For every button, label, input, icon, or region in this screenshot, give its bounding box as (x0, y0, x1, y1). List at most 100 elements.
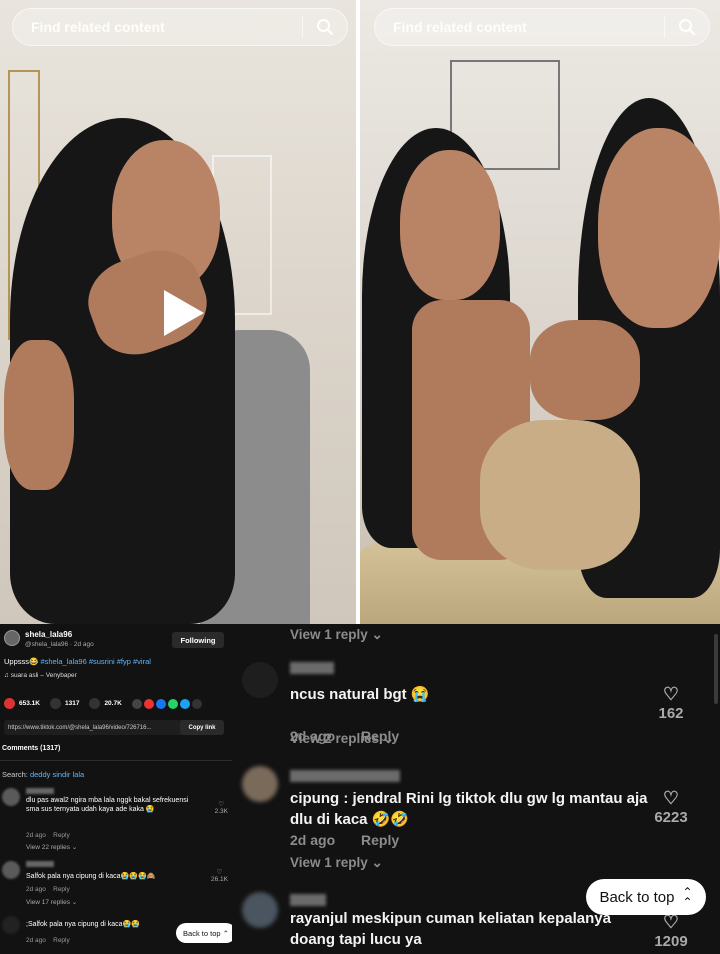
person-hand-right (530, 320, 640, 420)
repost-icon[interactable] (143, 698, 154, 709)
view-replies[interactable]: View 17 replies ⌄ (26, 898, 77, 906)
search-bar[interactable]: Find related content (12, 8, 348, 46)
heart-outline-icon[interactable]: ♡ (652, 684, 690, 705)
comment-meta: 2d ago Reply (290, 832, 399, 848)
comment-date: 2d ago (26, 832, 46, 839)
post-link: https://www.tiktok.com/@shela_lala96/vid… (8, 724, 152, 731)
comment-date: 2d ago (26, 886, 46, 893)
commenter-name[interactable] (26, 861, 54, 867)
back-to-top-label: Back to top (599, 888, 675, 906)
search-prefix: Search: (2, 770, 28, 779)
likes-count: 653.1K (19, 700, 40, 707)
commenter-name[interactable] (26, 788, 54, 794)
comment-icon[interactable] (49, 698, 61, 709)
view-replies[interactable]: View 1 reply ⌄ (290, 627, 383, 643)
post-stats: 653.1K 1317 20.7K (4, 698, 202, 709)
avatar[interactable] (242, 766, 278, 802)
comment-text: dlu pas awal2 ngira mba lala nggk bakal … (26, 797, 189, 813)
list-item: cipung : jendral Rini lg tiktok dlu gw l… (232, 766, 720, 861)
username[interactable]: shela_lala96 (25, 630, 94, 639)
saves-count: 20.7K (104, 700, 122, 707)
comments-heading: Comments (1317) (2, 745, 61, 752)
avatar[interactable] (2, 916, 20, 934)
like-control[interactable]: ♡ 26.1K (211, 868, 228, 883)
person-sleeve-right (480, 420, 640, 570)
caption-text: Uppsss (4, 657, 30, 666)
back-to-top-button[interactable]: Back to top ⌃ (176, 923, 236, 943)
post-header: shela_lala96 @shela_lala96 · 2d ago (4, 630, 94, 648)
list-item: dlu pas awal2 ngira mba lala nggk bakal … (2, 788, 230, 851)
reply-link[interactable]: Reply (361, 832, 399, 848)
person-face-right (598, 128, 720, 328)
reply-link[interactable]: Reply (53, 937, 70, 944)
search-placeholder: Find related content (393, 19, 527, 35)
comment-text: Salfok pala nya cipung di kaca😭😭😭🙈 (26, 873, 156, 880)
post-caption: Uppsss😂 #shela_lala96 #susrini #fyp #vir… (4, 657, 151, 666)
heart-outline-icon[interactable]: ♡ (652, 912, 690, 933)
view-replies[interactable]: View 22 replies ⌄ (26, 843, 77, 851)
heart-icon[interactable] (4, 698, 15, 709)
whatsapp-icon[interactable] (167, 698, 178, 709)
view-replies[interactable]: View 2 replies ⌄ (290, 731, 394, 747)
commenter-name[interactable] (290, 662, 334, 674)
list-item: Salfok pala nya cipung di kaca😭😭😭🙈 2d ag… (2, 861, 230, 911)
tiktok-post-panel: shela_lala96 @shela_lala96 · 2d ago Foll… (0, 624, 236, 954)
like-control[interactable]: ♡ 1209 (652, 912, 690, 950)
commenter-name[interactable] (290, 894, 326, 906)
copy-link-button[interactable]: Copy link (180, 720, 224, 735)
search-placeholder: Find related content (31, 19, 165, 35)
back-to-top-button[interactable]: Back to top ⌃ ⌃ (586, 879, 706, 915)
like-control[interactable]: ♡ 6223 (652, 788, 690, 826)
embed-icon[interactable] (131, 698, 142, 709)
person-arm (4, 340, 74, 490)
avatar[interactable] (4, 630, 20, 646)
commenter-name[interactable] (290, 770, 400, 782)
avatar[interactable] (2, 861, 20, 879)
play-icon[interactable] (164, 290, 204, 336)
sound-line[interactable]: ♫ suara asli – Venybaper (4, 672, 77, 679)
bookmark-icon[interactable] (89, 698, 101, 709)
heart-outline-icon[interactable]: ♡ (652, 788, 690, 809)
reply-link[interactable]: Reply (53, 886, 70, 893)
comment-text: rayanjul meskipun cuman keliatan kepalan… (290, 910, 611, 948)
video-frame-left[interactable]: Find related content (0, 0, 356, 624)
view-replies[interactable]: View 1 reply ⌄ (290, 855, 383, 871)
share-arrow-icon[interactable] (191, 698, 202, 709)
avatar[interactable] (2, 788, 20, 806)
search-icon[interactable] (303, 8, 347, 46)
comments-count: 1317 (64, 700, 80, 707)
comment-text: ;Salfok pala nya cipung di kaca😭😭 (26, 921, 140, 928)
link-box: https://www.tiktok.com/@shela_lala96/vid… (4, 720, 224, 735)
search-query-link[interactable]: deddy sindir lala (30, 770, 84, 779)
caption-hashtags[interactable]: #shela_lala96 #susrini #fyp #viral (40, 657, 150, 666)
avatar[interactable] (242, 662, 278, 698)
reply-link[interactable]: Reply (53, 832, 70, 839)
like-count: 2.3K (214, 808, 228, 815)
like-count: 1209 (654, 933, 688, 950)
comment-date: 2d ago (26, 937, 46, 944)
related-search[interactable]: Search: deddy sindir lala (2, 770, 84, 779)
video-frame-right[interactable]: Find related content (360, 0, 720, 624)
avatar[interactable] (242, 892, 278, 928)
comment-meta: 2d ago Reply (26, 937, 70, 944)
following-button[interactable]: Following (172, 632, 224, 648)
sound-name: suara asli – Venybaper (10, 672, 77, 679)
heart-outline-icon[interactable]: ♡ (215, 800, 228, 808)
search-bar[interactable]: Find related content (374, 8, 710, 46)
heart-outline-icon[interactable]: ♡ (211, 868, 228, 876)
share-icons (131, 698, 202, 709)
search-icon[interactable] (665, 8, 709, 46)
comment-meta: 2d ago Reply (26, 886, 70, 893)
twitter-icon[interactable] (179, 698, 190, 709)
like-count: 6223 (654, 809, 688, 826)
person-face-left (400, 150, 500, 300)
zoomed-comments-panel: View 1 reply ⌄ ncus natural bgt 😭 2d ago… (232, 624, 720, 954)
comment-meta: 2d ago Reply (26, 832, 70, 839)
like-count: 162 (658, 705, 684, 722)
facebook-icon[interactable] (155, 698, 166, 709)
comment-text: cipung : jendral Rini lg tiktok dlu gw l… (290, 790, 648, 828)
like-control[interactable]: ♡ 2.3K (215, 800, 228, 815)
comment-date: 2d ago (290, 832, 336, 848)
divider (0, 760, 232, 761)
like-control[interactable]: ♡ 162 (652, 684, 690, 722)
